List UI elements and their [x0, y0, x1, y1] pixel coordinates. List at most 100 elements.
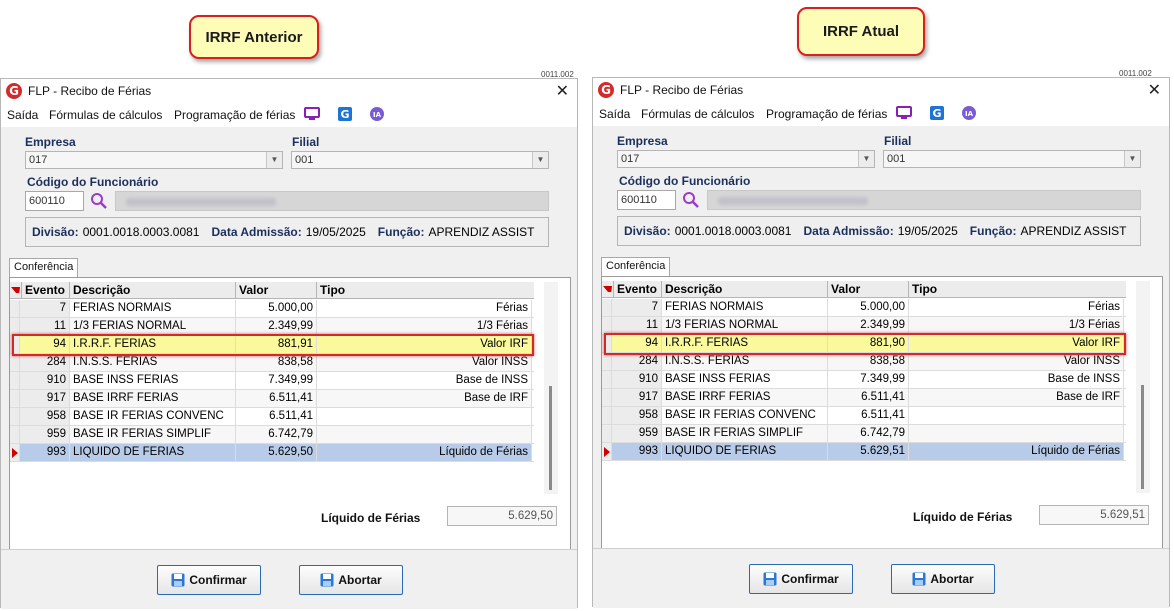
- chevron-down-icon[interactable]: ▼: [1124, 151, 1140, 167]
- data-admissao-label: Data Admissão:: [211, 225, 302, 239]
- empresa-select[interactable]: 017 ▼: [25, 151, 283, 169]
- row-indicator[interactable]: [10, 426, 20, 443]
- vertical-scrollbar[interactable]: [544, 282, 558, 494]
- cell-valor: 5.000,00: [236, 300, 317, 317]
- scrollbar-thumb[interactable]: [549, 386, 552, 490]
- cell-tipo: Líquido de Férias: [909, 443, 1124, 460]
- confirmar-button[interactable]: Confirmar: [157, 565, 261, 595]
- row-indicator[interactable]: [602, 299, 612, 316]
- cell-tipo: Férias: [317, 300, 532, 317]
- table-row[interactable]: 917 BASE IRRF FERIAS 6.511,41 Base de IRF: [602, 389, 1126, 407]
- column-header-tipo[interactable]: Tipo: [909, 281, 1124, 297]
- sort-indicator-icon[interactable]: [602, 281, 614, 297]
- cell-valor: 7.349,99: [236, 372, 317, 389]
- abortar-button[interactable]: Abortar: [299, 565, 403, 595]
- tab-conferencia[interactable]: Conferência: [9, 258, 79, 277]
- row-indicator[interactable]: [10, 390, 20, 407]
- menu-item-programacao-ferias[interactable]: Programação de férias: [174, 108, 295, 122]
- cell-valor: 838,58: [236, 354, 317, 371]
- cell-tipo: [909, 425, 1124, 442]
- menu-item-saida[interactable]: Saída: [599, 107, 630, 121]
- close-icon[interactable]: ✕: [556, 81, 569, 101]
- menu-item-formulas[interactable]: Fórmulas de cálculos: [49, 108, 162, 122]
- title-bar: G FLP - Recibo de Férias ✕: [593, 78, 1169, 102]
- cell-evento: 917: [612, 389, 662, 406]
- g-app-icon[interactable]: G: [337, 106, 353, 122]
- cell-descricao: FERIAS NORMAIS: [70, 300, 236, 317]
- column-header-descricao[interactable]: Descrição: [662, 281, 828, 297]
- g-app-icon[interactable]: G: [929, 105, 945, 121]
- codigo-funcionario-input[interactable]: 600110: [617, 190, 676, 210]
- table-row[interactable]: 959 BASE IR FERIAS SIMPLIF 6.742,79: [602, 425, 1126, 443]
- cell-valor: 5.000,00: [828, 299, 909, 316]
- filial-select[interactable]: 001 ▼: [883, 150, 1141, 168]
- table-row[interactable]: 958 BASE IR FERIAS CONVENC 6.511,41: [602, 407, 1126, 425]
- row-indicator[interactable]: [10, 372, 20, 389]
- cell-tipo: [317, 408, 532, 425]
- menu-item-formulas[interactable]: Fórmulas de cálculos: [641, 107, 754, 121]
- abortar-button[interactable]: Abortar: [891, 564, 995, 594]
- vertical-scrollbar[interactable]: [1136, 281, 1150, 493]
- column-header-tipo[interactable]: Tipo: [317, 282, 532, 298]
- row-indicator[interactable]: [602, 425, 612, 442]
- row-indicator[interactable]: [10, 408, 20, 425]
- column-header-evento[interactable]: Evento: [614, 281, 662, 297]
- ia-icon[interactable]: IA: [369, 106, 385, 122]
- scrollbar-thumb[interactable]: [1141, 385, 1144, 489]
- table-row[interactable]: 959 BASE IR FERIAS SIMPLIF 6.742,79: [10, 426, 534, 444]
- cell-valor: 5.629,50: [236, 444, 317, 461]
- cell-descricao: BASE IRRF FERIAS: [662, 389, 828, 406]
- row-indicator[interactable]: [602, 371, 612, 388]
- chevron-down-icon[interactable]: ▼: [532, 152, 548, 168]
- filial-label: Filial: [292, 135, 320, 149]
- search-icon[interactable]: [90, 192, 108, 210]
- row-indicator[interactable]: [602, 443, 612, 460]
- column-header-valor[interactable]: Valor: [828, 281, 909, 297]
- chevron-down-icon[interactable]: ▼: [266, 152, 282, 168]
- empresa-select[interactable]: 017 ▼: [617, 150, 875, 168]
- confirmar-button[interactable]: Confirmar: [749, 564, 853, 594]
- ia-icon[interactable]: IA: [961, 105, 977, 121]
- search-icon[interactable]: [682, 191, 700, 209]
- table-row[interactable]: 910 BASE INSS FERIAS 7.349,99 Base de INSS: [602, 371, 1126, 389]
- filial-select[interactable]: 001 ▼: [291, 151, 549, 169]
- table-row[interactable]: 7 FERIAS NORMAIS 5.000,00 Férias: [10, 300, 534, 318]
- table-row[interactable]: 284 I.N.S.S. FERIAS 838,58 Valor INSS: [602, 353, 1126, 371]
- close-icon[interactable]: ✕: [1148, 80, 1161, 100]
- cell-descricao: BASE IR FERIAS CONVENC: [70, 408, 236, 425]
- codigo-funcionario-input[interactable]: 600110: [25, 191, 84, 211]
- irrf-row-highlight-box: [604, 333, 1126, 355]
- table-row[interactable]: 993 LIQUIDO DE FERIAS 5.629,50 Líquido de F…: [10, 444, 534, 462]
- cell-valor: 6.511,41: [236, 408, 317, 425]
- cell-valor: 6.742,79: [236, 426, 317, 443]
- row-indicator[interactable]: [10, 444, 20, 461]
- chevron-down-icon[interactable]: ▼: [858, 151, 874, 167]
- monitor-icon[interactable]: [304, 106, 320, 122]
- monitor-icon[interactable]: [896, 105, 912, 121]
- row-indicator[interactable]: [602, 407, 612, 424]
- row-indicator[interactable]: [10, 300, 20, 317]
- tab-conferencia[interactable]: Conferência: [601, 257, 671, 276]
- table-row[interactable]: 910 BASE INSS FERIAS 7.349,99 Base de INSS: [10, 372, 534, 390]
- sort-indicator-icon[interactable]: [10, 282, 22, 298]
- menu-item-programacao-ferias[interactable]: Programação de férias: [766, 107, 887, 121]
- row-indicator[interactable]: [10, 354, 20, 371]
- cell-descricao: 1/3 FERIAS NORMAL: [70, 318, 236, 335]
- column-header-evento[interactable]: Evento: [22, 282, 70, 298]
- table-row[interactable]: 993 LIQUIDO DE FERIAS 5.629,51 Líquido de F…: [602, 443, 1126, 461]
- cell-valor: 6.511,41: [828, 389, 909, 406]
- row-indicator[interactable]: [602, 389, 612, 406]
- row-indicator[interactable]: [10, 318, 20, 335]
- column-header-valor[interactable]: Valor: [236, 282, 317, 298]
- column-header-descricao[interactable]: Descrição: [70, 282, 236, 298]
- row-indicator[interactable]: [602, 353, 612, 370]
- menu-item-saida[interactable]: Saída: [7, 108, 38, 122]
- data-admissao-label: Data Admissão:: [803, 224, 894, 238]
- table-row[interactable]: 917 BASE IRRF FERIAS 6.511,41 Base de IRF: [10, 390, 534, 408]
- row-indicator[interactable]: [602, 317, 612, 334]
- save-disk-icon: [912, 572, 926, 586]
- grid-header: Evento Descrição Valor Tipo: [602, 281, 1126, 298]
- table-row[interactable]: 958 BASE IR FERIAS CONVENC 6.511,41: [10, 408, 534, 426]
- table-row[interactable]: 7 FERIAS NORMAIS 5.000,00 Férias: [602, 299, 1126, 317]
- table-row[interactable]: 284 I.N.S.S. FERIAS 838,58 Valor INSS: [10, 354, 534, 372]
